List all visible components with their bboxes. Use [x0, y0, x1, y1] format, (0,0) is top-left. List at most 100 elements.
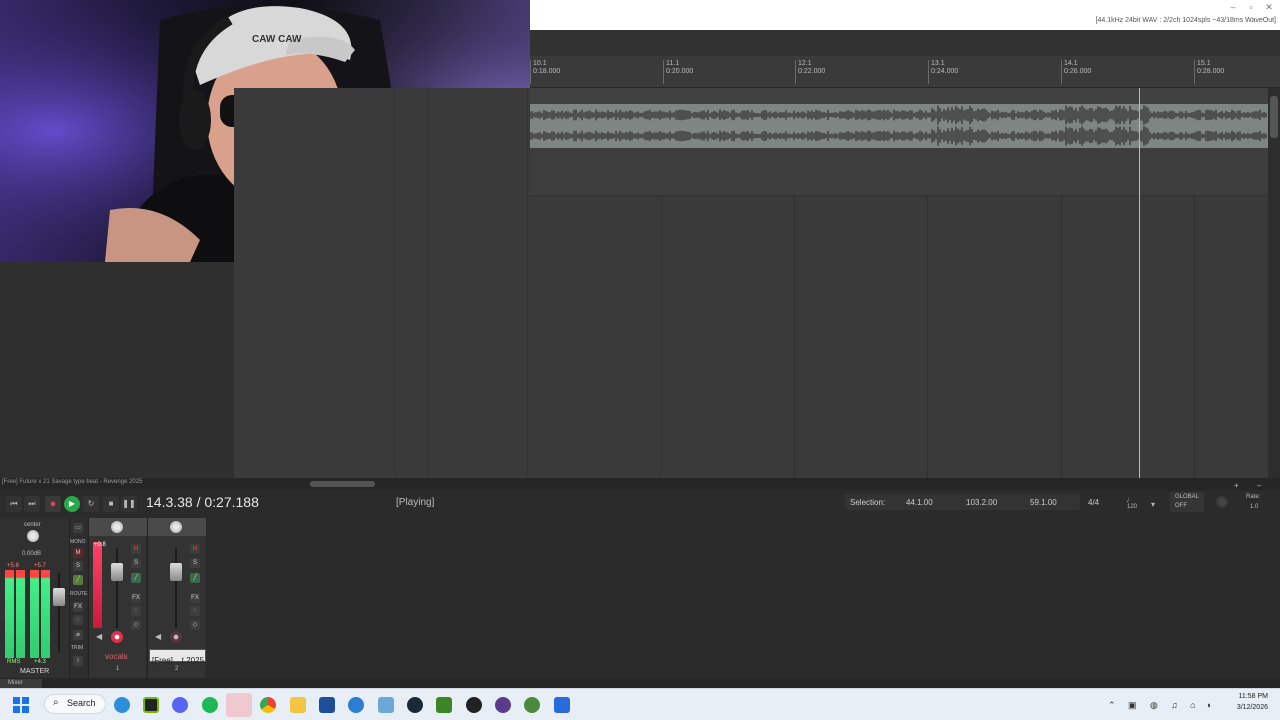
master-pan-knob[interactable] [27, 530, 39, 542]
selection-start[interactable]: 44.1.00 [906, 498, 933, 507]
windows-taskbar [0, 688, 1280, 720]
timeline-ruler[interactable]: 10.1 0:18.000 11.1 0:20.000 12.1 0:22.000 1… [530, 56, 1280, 88]
vertical-scroll-thumb[interactable] [1270, 96, 1278, 138]
chrome-icon[interactable] [260, 697, 276, 713]
app-icon-maps[interactable] [524, 697, 540, 713]
ruler-marker: 15.1 0:28.000 [1194, 60, 1224, 84]
mixer-strip-beat: M S ╱ FX ◌ ◇ ◀ [Free] ...t 2025 2 [147, 518, 206, 678]
go-to-end-button[interactable]: ⏭ [24, 496, 40, 512]
horizontal-scrollbar[interactable] [0, 478, 1280, 490]
tray-app-icon[interactable]: ▣ [1128, 700, 1137, 711]
master-fx-button[interactable]: FX [73, 602, 83, 612]
discord-icon[interactable] [172, 697, 188, 713]
beat-fx-button[interactable]: FX [190, 593, 200, 603]
repeat-button[interactable]: ↻ [83, 496, 99, 512]
beat-fader[interactable] [170, 563, 182, 581]
master-env-button[interactable]: ╱ [73, 575, 83, 585]
app-icon-obs[interactable] [495, 697, 511, 713]
master-pan-label: center [24, 522, 41, 528]
playrate-knob[interactable] [1216, 496, 1228, 508]
beat-number: 2 [175, 666, 179, 672]
master-route-label[interactable]: ROUTE [70, 591, 88, 597]
tempo-value[interactable]: 120 [1127, 504, 1137, 510]
spotify-icon[interactable] [202, 697, 218, 713]
mixer-tab[interactable]: Mixer [0, 679, 42, 688]
vocals-fx-bypass-icon[interactable]: ◌ [131, 606, 141, 616]
volume-icon[interactable]: ◖ [1206, 700, 1211, 710]
reaper-taskbar-icon[interactable] [226, 693, 252, 717]
master-info-icon[interactable]: i [73, 656, 83, 666]
app-icon-davinci[interactable] [466, 697, 482, 713]
vocals-monitor-icon[interactable]: ◀ [96, 632, 102, 641]
network-icon[interactable]: ⌂ [1190, 700, 1195, 710]
windows-start-icon[interactable] [13, 697, 29, 713]
master-mono-label[interactable]: MONO [70, 539, 86, 545]
mixer-footer [0, 678, 1280, 688]
master-rms-value: +4.3 [34, 659, 46, 665]
zoom-in-icon[interactable]: + [1234, 481, 1239, 490]
beat-pan-knob[interactable] [170, 521, 182, 533]
beat-monitor-icon[interactable]: ◀ [155, 632, 161, 641]
vocals-fader[interactable] [111, 563, 123, 581]
tray-app2-icon[interactable]: ◍ [1150, 700, 1158, 711]
beat-mute-button[interactable]: M [190, 544, 200, 554]
track-lane-beat[interactable] [530, 104, 1268, 196]
time-signature[interactable]: 4/4 [1088, 498, 1099, 507]
beat-env-button[interactable]: ╱ [190, 573, 200, 583]
beat-solo-button[interactable]: S [190, 558, 200, 568]
play-button[interactable]: ▶ [64, 496, 80, 512]
vocals-name[interactable]: vocals [105, 652, 128, 661]
go-to-start-button[interactable]: ⏮ [6, 496, 22, 512]
master-fx-bypass-icon[interactable]: ◌ [73, 615, 83, 625]
stop-button[interactable]: ■ [103, 496, 119, 512]
zoom-out-icon[interactable]: – [1257, 481, 1261, 490]
rate-value[interactable]: 1.0 [1250, 504, 1258, 510]
vertical-scrollbar[interactable] [1268, 88, 1280, 478]
close-button[interactable]: ✕ [1262, 2, 1276, 13]
steam-icon[interactable] [407, 697, 423, 713]
notepad-icon[interactable] [554, 697, 570, 713]
minimize-button[interactable]: – [1226, 2, 1240, 12]
master-peak-right: +5.7 [34, 563, 46, 569]
metronome-icon[interactable]: ♩ [1126, 495, 1134, 504]
master-fader[interactable] [53, 588, 65, 606]
master-name: MASTER [20, 668, 50, 675]
clock-date[interactable]: 3/12/2026 [1228, 704, 1268, 711]
vocals-env-button[interactable]: ╱ [131, 573, 141, 583]
pause-button[interactable]: ❚❚ [121, 496, 137, 512]
beat-fx-bypass-icon[interactable]: ◌ [190, 606, 200, 616]
master-mute-button[interactable]: M [73, 548, 83, 558]
beat-name[interactable]: [Free] ...t 2025 [150, 656, 204, 665]
tray-chevron-icon[interactable]: ⌃ [1108, 700, 1116, 711]
beat-phase-icon[interactable]: ◇ [190, 620, 200, 630]
beat-record-arm[interactable] [170, 631, 182, 643]
selection-length[interactable]: 59.1.00 [1030, 498, 1057, 507]
vocals-pan-knob[interactable] [111, 521, 123, 533]
master-phase-icon[interactable]: ⌀ [73, 630, 83, 640]
master-strip: center 0.00dB +5.8 +5.7 RMS +4.3 MASTER [0, 518, 70, 678]
record-button[interactable]: ● [45, 496, 61, 512]
master-solo-button[interactable]: S [73, 561, 83, 571]
store-icon[interactable] [319, 697, 335, 713]
master-io-icon[interactable]: ▭ [73, 523, 83, 533]
vocals-fx-button[interactable]: FX [131, 593, 141, 603]
ruler-marker: 11.1 0:20.000 [663, 60, 693, 84]
vocals-phase-icon[interactable]: ◇ [131, 620, 141, 630]
horizontal-scroll-thumb[interactable] [310, 481, 375, 487]
selection-end[interactable]: 103.2.00 [966, 498, 997, 507]
clock-time[interactable]: 11:58 PM [1228, 693, 1268, 700]
maximize-button[interactable]: ▫ [1244, 2, 1258, 12]
minecraft-icon[interactable] [436, 697, 452, 713]
master-trim-label[interactable]: TRIM [71, 645, 83, 651]
nvidia-icon[interactable] [143, 697, 159, 713]
vocals-mute-button[interactable]: M [131, 544, 141, 554]
vocals-record-arm[interactable] [111, 631, 123, 643]
vocals-solo-button[interactable]: S [131, 558, 141, 568]
mail-icon[interactable] [348, 697, 364, 713]
tempo-arrow-icon[interactable]: ▾ [1151, 500, 1155, 509]
tray-mic-icon[interactable]: ♫ [1171, 700, 1178, 710]
playback-cursor [1139, 88, 1140, 478]
file-explorer-icon[interactable] [290, 697, 306, 713]
snipping-tool-icon[interactable] [378, 697, 394, 713]
edge-icon[interactable] [114, 697, 130, 713]
